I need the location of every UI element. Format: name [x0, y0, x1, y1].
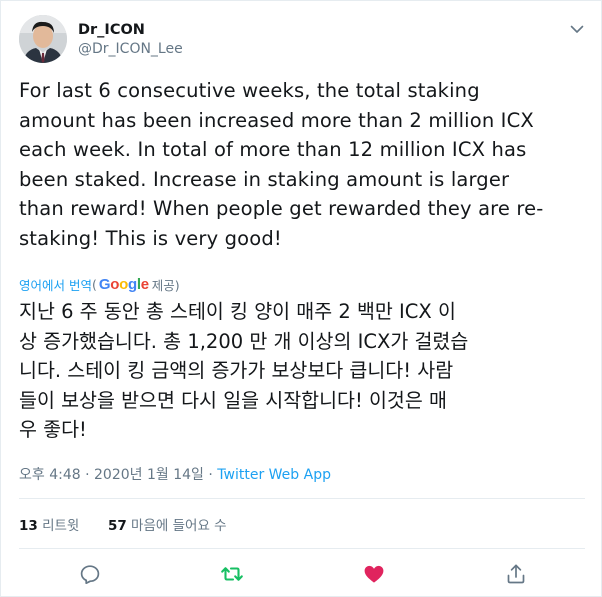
avatar[interactable] — [19, 15, 67, 63]
translate-label[interactable]: 영어에서 번역 — [19, 275, 92, 294]
share-upload-icon — [507, 564, 525, 584]
retweet-arrows-icon — [221, 567, 243, 581]
engagement-stats: 13 리트윗 57 마음에 들어요 수 — [19, 514, 227, 534]
tweet-time[interactable]: 오후 4:48 — [19, 467, 81, 483]
translation-attribution: 영어에서 번역 ( Google 제공) — [19, 275, 180, 294]
tweet-menu-button[interactable] — [567, 19, 587, 39]
tweet-date[interactable]: 2020년 1월 14일 — [94, 467, 204, 483]
tweet-timestamp: 오후 4:48 · 2020년 1월 14일 · Twitter Web App — [19, 464, 331, 484]
divider — [19, 548, 585, 549]
author-name[interactable]: Dr_ICON — [78, 22, 145, 38]
reply-button[interactable] — [78, 562, 102, 586]
translated-tweet-text: 지난 6 주 동안 총 스테이 킹 양이 매주 2 백만 ICX 이 상 증가했… — [19, 300, 469, 441]
tweet-source[interactable]: Twitter Web App — [217, 467, 331, 483]
tweet-text: For last 6 consecutive weeks, the total … — [19, 79, 544, 250]
like-button[interactable] — [362, 562, 386, 586]
retweets-stat[interactable]: 13 리트윗 — [19, 518, 79, 534]
translate-open-paren: ( — [91, 277, 97, 292]
retweet-button[interactable] — [220, 562, 244, 586]
meta-separator: · — [85, 467, 90, 483]
heart-icon — [364, 565, 384, 583]
tweet-card: Dr_ICON @Dr_ICON_Lee For last 6 consecut… — [0, 0, 602, 597]
comment-bubble-icon — [80, 565, 100, 585]
google-logo: Google — [98, 276, 149, 293]
chevron-down-icon — [570, 25, 584, 33]
meta-separator: · — [208, 467, 213, 483]
divider — [19, 498, 585, 499]
translate-suffix: 제공) — [151, 278, 180, 293]
share-button[interactable] — [504, 562, 528, 586]
likes-stat[interactable]: 57 마음에 들어요 수 — [108, 518, 227, 534]
action-bar — [1, 562, 602, 586]
author-handle[interactable]: @Dr_ICON_Lee — [78, 41, 183, 57]
